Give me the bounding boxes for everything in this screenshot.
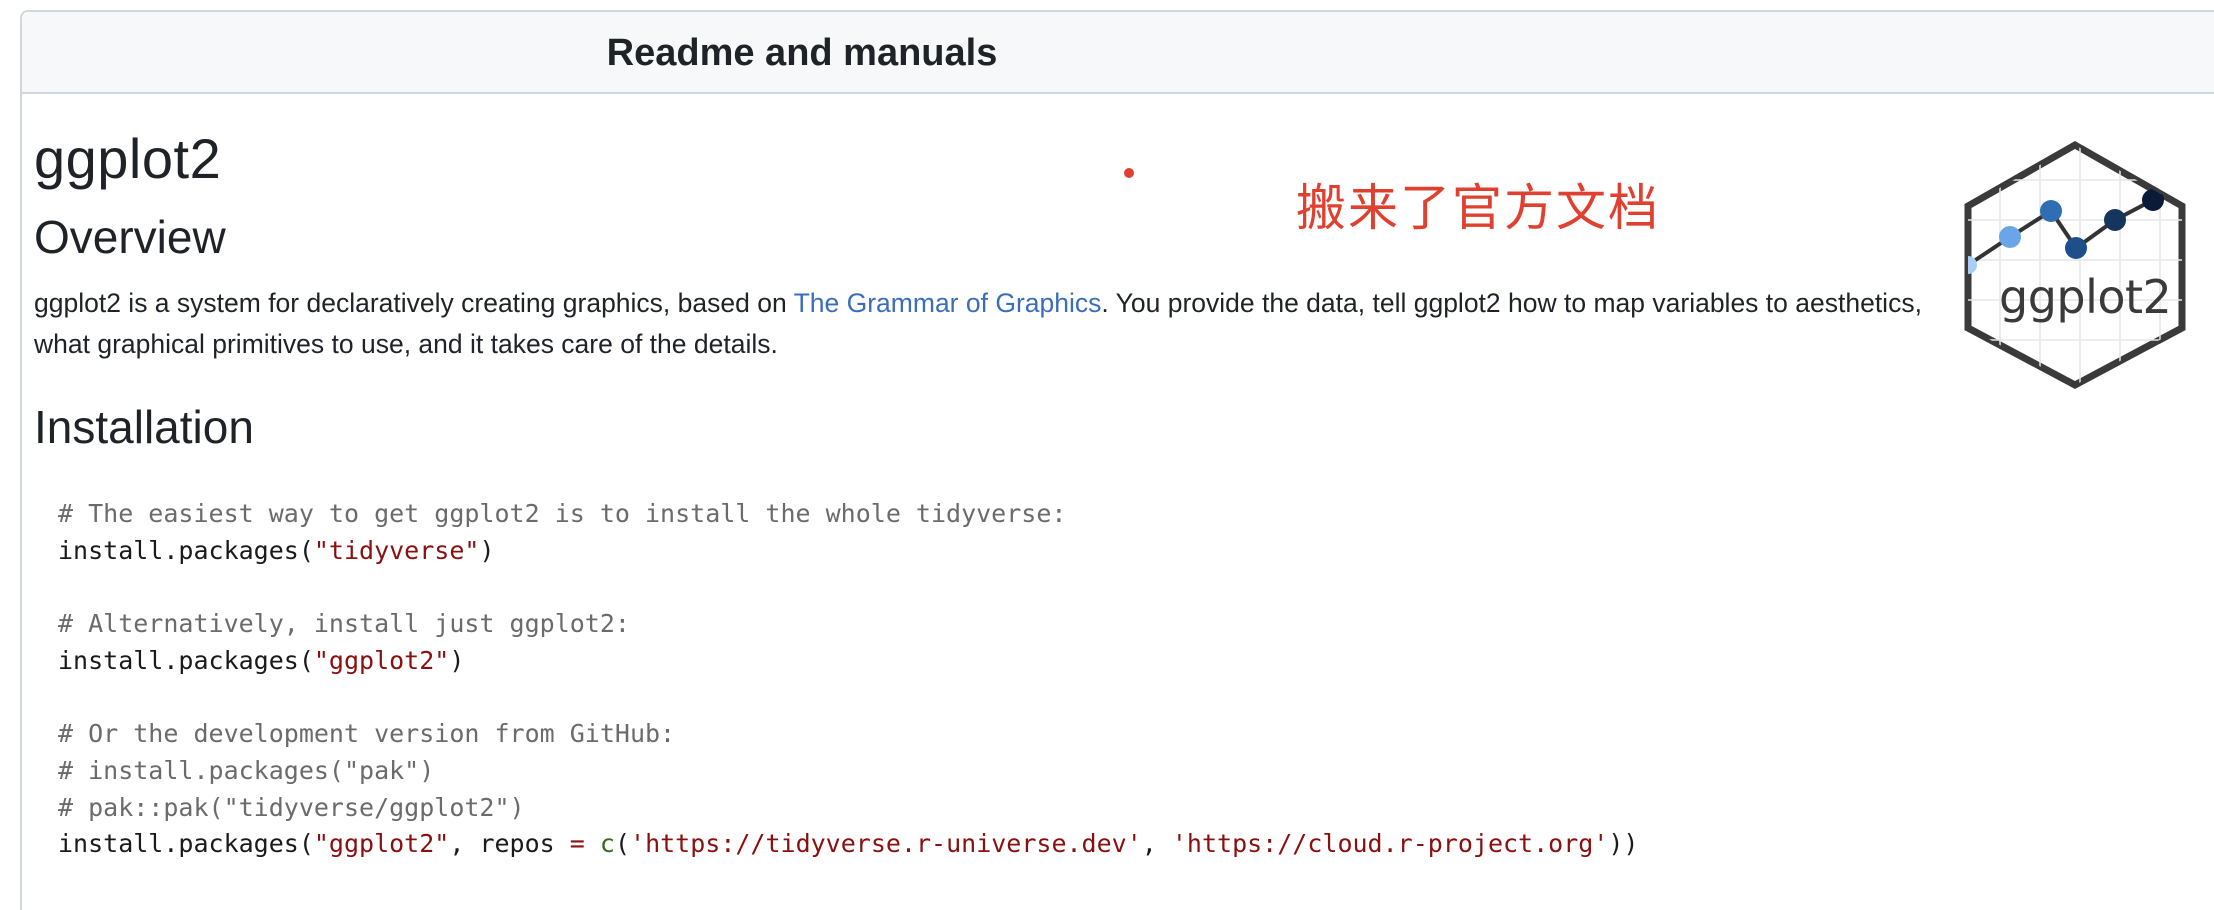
code-c-function: c — [599, 829, 615, 859]
overview-text-1: ggplot2 is a system for declaratively cr… — [34, 288, 794, 318]
code-paren: ) — [479, 535, 495, 565]
code-comment: # pak::pak("tidyverse/ggplot2") — [58, 792, 525, 822]
code-comment: # The easiest way to get ggplot2 is to i… — [58, 499, 1067, 528]
code-paren: ( — [614, 829, 631, 859]
code-string: "tidyverse" — [313, 535, 480, 565]
code-function: install.packages( — [58, 829, 314, 859]
code-line: install.packages("tidyverse") — [58, 533, 1638, 570]
code-string: "ggplot2" — [313, 645, 450, 675]
red-annotation-dot — [1124, 168, 1134, 178]
grammar-of-graphics-link[interactable]: The Grammar of Graphics — [794, 288, 1102, 318]
panel-header: Readme and manuals — [22, 12, 2214, 94]
ggplot2-hex-logo-icon — [1964, 140, 2186, 389]
install-code-block: # The easiest way to get ggplot2 is to i… — [58, 496, 1638, 863]
installation-heading: Installation — [34, 401, 254, 453]
panel-title-text: Readme and manuals — [606, 32, 998, 74]
overview-heading: Overview — [34, 211, 226, 263]
readme-title: ggplot2 — [34, 127, 222, 190]
code-string: 'https://tidyverse.r-universe.dev' — [630, 829, 1142, 859]
code-function: install.packages( — [58, 535, 314, 565]
panel-title: Readme and manuals — [22, 12, 2214, 94]
code-function: install.packages( — [58, 645, 314, 675]
code-operator: = — [569, 829, 585, 859]
code-comment: # Alternatively, install just ggplot2: — [58, 609, 630, 639]
overview-paragraph: ggplot2 is a system for declaratively cr… — [34, 283, 1964, 365]
code-paren: )) — [1608, 829, 1639, 859]
code-comment: # Or the development version from GitHub… — [58, 719, 676, 749]
code-comma: , — [1141, 829, 1172, 859]
code-line: install.packages("ggplot2") — [58, 643, 1638, 680]
code-paren: ) — [449, 645, 465, 675]
ggplot2-logo-label: ggplot2 — [1999, 270, 2172, 324]
code-comment: # install.packages("pak") — [58, 755, 435, 785]
code-arg: , repos — [449, 829, 570, 859]
code-string: 'https://cloud.r-project.org' — [1171, 829, 1609, 859]
chinese-annotation: 搬来了官方文档 — [1296, 179, 1660, 237]
code-string: "ggplot2" — [313, 829, 450, 859]
code-line: install.packages("ggplot2", repos = c('h… — [58, 826, 1638, 863]
